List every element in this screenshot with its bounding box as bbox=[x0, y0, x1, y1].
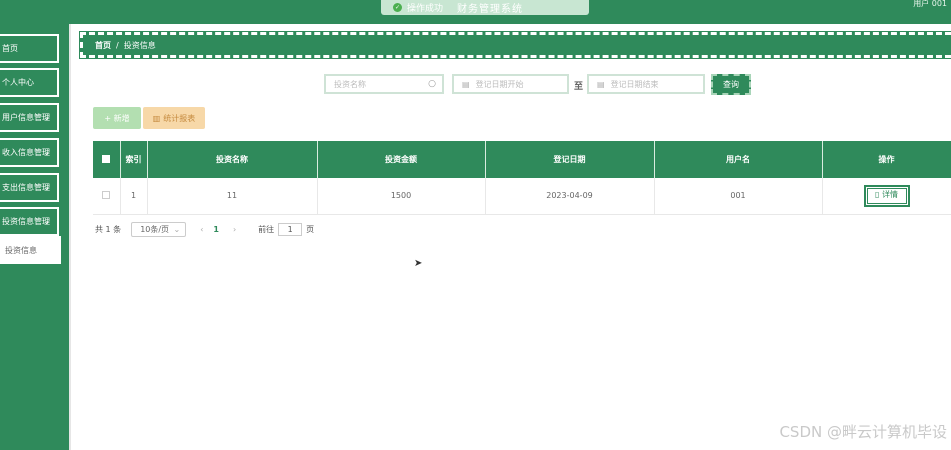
cell-user: 001 bbox=[654, 178, 823, 215]
goto-suffix: 页 bbox=[306, 224, 315, 234]
query-button[interactable]: 查询 bbox=[711, 74, 751, 95]
app-title: 财务管理系统 bbox=[457, 4, 524, 15]
breadcrumb-home[interactable]: 首页 bbox=[95, 40, 111, 51]
column-header-user: 用户名 bbox=[654, 141, 823, 178]
chevron-down-icon: ⌄ bbox=[43, 113, 50, 122]
table-row: 1 11 1500 2023-04-09 001 ▯ 详情 bbox=[93, 178, 951, 215]
column-header-date: 登记日期 bbox=[485, 141, 655, 178]
divider bbox=[69, 24, 71, 450]
toast-message: 操作成功 bbox=[407, 4, 444, 14]
add-button[interactable]: + 新增 bbox=[93, 107, 141, 129]
investment-table: 索引 投资名称 投资金额 登记日期 用户名 操作 1 11 1500 2023-… bbox=[93, 141, 951, 215]
user-menu[interactable]: 用户 001 bbox=[913, 0, 947, 8]
date-start-input[interactable]: ▤ 登记日期开始 bbox=[452, 74, 569, 94]
breadcrumb-current: 投资信息 bbox=[123, 40, 156, 50]
sidebar-item-expense[interactable]: 支出信息管理 ⌄ bbox=[0, 173, 59, 202]
page-number-current[interactable]: 1 bbox=[213, 225, 219, 234]
detail-button[interactable]: ▯ 详情 bbox=[863, 184, 910, 207]
calendar-icon: ▤ bbox=[597, 79, 605, 89]
cell-index: 1 bbox=[120, 178, 148, 215]
sidebar-item-label: 个人中心 bbox=[2, 78, 34, 87]
prev-page-button[interactable]: ‹ bbox=[200, 225, 203, 234]
next-page-button[interactable]: › bbox=[233, 225, 236, 234]
sidebar-item-users[interactable]: 用户信息管理 ⌄ bbox=[0, 103, 59, 132]
date-end-input[interactable]: ▤ 登记日期结束 bbox=[587, 74, 705, 94]
sidebar-item-home[interactable]: 首页 bbox=[0, 34, 59, 63]
table-header-row: 索引 投资名称 投资金额 登记日期 用户名 操作 bbox=[93, 141, 951, 178]
report-button[interactable]: ▥ 统计报表 bbox=[143, 107, 205, 129]
goto-page-input[interactable]: 1 bbox=[278, 222, 303, 236]
input-placeholder: 登记日期结束 bbox=[610, 79, 659, 89]
column-header-actions: 操作 bbox=[822, 141, 951, 178]
detail-button-label: 详情 bbox=[881, 189, 898, 199]
row-checkbox[interactable] bbox=[93, 178, 121, 215]
select-all-checkbox[interactable] bbox=[93, 141, 121, 178]
input-placeholder: 投资名称 bbox=[334, 79, 366, 89]
chevron-down-icon: ⌄ bbox=[43, 148, 50, 157]
column-header-index: 索引 bbox=[120, 141, 148, 178]
chevron-down-icon: ⌄ bbox=[173, 224, 181, 234]
sidebar-item-label: 首页 bbox=[2, 44, 18, 53]
page-size-value: 10条/页 bbox=[140, 224, 170, 234]
bar-chart-icon: ▥ bbox=[152, 113, 161, 123]
search-icon: ○ bbox=[428, 79, 436, 89]
document-icon: ▯ bbox=[875, 189, 880, 199]
breadcrumb: 首页 / 投资信息 bbox=[79, 31, 951, 59]
sidebar-item-investment[interactable]: 投资信息管理 ⌄ bbox=[0, 207, 59, 236]
cell-actions: ▯ 详情 bbox=[822, 178, 951, 215]
sidebar-item-profile[interactable]: 个人中心 bbox=[0, 68, 59, 97]
pagination: 共 1 条 10条/页 ⌄ ‹ 1 › 前往 1 页 bbox=[95, 221, 314, 237]
calendar-icon: ▤ bbox=[462, 79, 470, 89]
success-toast: ✓ 操作成功 财务管理系统 bbox=[381, 0, 589, 15]
watermark: CSDN @畔云计算机毕设 bbox=[779, 423, 947, 441]
cell-amount: 1500 bbox=[317, 178, 486, 215]
page-size-select[interactable]: 10条/页 ⌄ bbox=[131, 221, 187, 237]
sidebar: 首页 个人中心 用户信息管理 ⌄ 收入信息管理 ⌄ 支出信息管理 ⌄ 投资信息管… bbox=[0, 24, 69, 450]
cell-name: 11 bbox=[147, 178, 318, 215]
report-button-label: 统计报表 bbox=[163, 113, 196, 123]
total-count: 共 1 条 bbox=[95, 224, 122, 234]
sidebar-subitem-investment-info[interactable]: 投资信息 bbox=[0, 236, 61, 264]
date-range-separator: 至 bbox=[574, 82, 584, 92]
mouse-cursor-icon: ➤ bbox=[414, 258, 423, 269]
input-placeholder: 登记日期开始 bbox=[475, 79, 524, 89]
chevron-down-icon: ⌄ bbox=[43, 217, 50, 226]
column-header-amount: 投资金额 bbox=[317, 141, 486, 178]
investment-name-input[interactable]: 投资名称 ○ bbox=[324, 74, 444, 94]
sidebar-item-income[interactable]: 收入信息管理 ⌄ bbox=[0, 138, 59, 167]
breadcrumb-separator: / bbox=[116, 40, 119, 50]
goto-label: 前往 bbox=[258, 224, 275, 234]
column-header-name: 投资名称 bbox=[147, 141, 318, 178]
cell-date: 2023-04-09 bbox=[485, 178, 655, 215]
check-icon: ✓ bbox=[393, 3, 402, 12]
chevron-down-icon: ⌄ bbox=[43, 183, 50, 192]
